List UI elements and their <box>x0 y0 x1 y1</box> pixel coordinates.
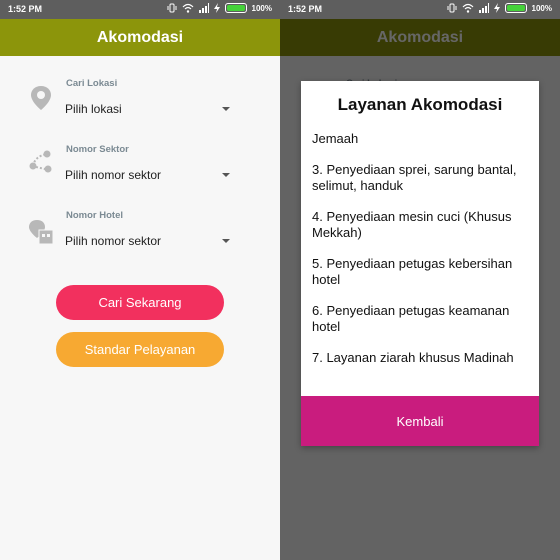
accommodation-dialog-screen: 1:52 PM 100% Akomodasi Cari Lokasi Layan… <box>280 0 560 560</box>
route-icon <box>27 148 55 176</box>
vibrate-icon <box>447 3 457 13</box>
battery-icon <box>504 3 527 13</box>
charging-icon <box>493 3 500 13</box>
dropdown-caret-icon <box>222 173 230 177</box>
wifi-icon <box>462 3 474 13</box>
hotel-select[interactable]: Pilih nomor sektor <box>65 231 233 253</box>
status-bar: 1:52 PM 100% <box>280 0 560 19</box>
dialog-item: Jemaah <box>312 131 359 146</box>
sector-select-value: Pilih nomor sektor <box>65 168 162 182</box>
status-icons: 100% <box>447 3 552 13</box>
search-button[interactable]: Cari Sekarang <box>56 285 224 320</box>
dialog-item: 6. Penyediaan petugas keamanan hotel <box>312 303 510 334</box>
battery-icon <box>224 3 247 13</box>
location-field: Cari Lokasi Pilih lokasi <box>0 78 280 138</box>
sector-select[interactable]: Pilih nomor sektor <box>65 165 233 187</box>
status-time: 1:52 PM <box>288 4 323 14</box>
hotel-field: Nomor Hotel Pilih nomor sektor <box>0 210 280 270</box>
dialog-item: 7. Layanan ziarah khusus Madinah <box>312 350 514 365</box>
signal-icon <box>478 3 489 13</box>
status-icons: 100% <box>167 3 272 13</box>
location-select[interactable]: Pilih lokasi <box>65 99 233 121</box>
dropdown-caret-icon <box>222 107 230 111</box>
status-time: 1:52 PM <box>8 4 43 14</box>
location-label: Cari Lokasi <box>66 78 118 89</box>
dialog-item: 3. Penyediaan sprei, sarung bantal, seli… <box>312 162 517 193</box>
signal-icon <box>198 3 209 13</box>
status-bar: 1:52 PM 100% <box>0 0 280 19</box>
dialog-item: 5. Penyediaan petugas kebersihan hotel <box>312 256 513 287</box>
service-standard-button[interactable]: Standar Pelayanan <box>56 332 224 367</box>
vibrate-icon <box>167 3 177 13</box>
hotel-icon <box>27 218 55 246</box>
service-dialog: Layanan Akomodasi Jemaah 3. Penyediaan s… <box>301 81 539 446</box>
charging-icon <box>213 3 220 13</box>
dialog-content[interactable]: Jemaah 3. Penyediaan sprei, sarung banta… <box>312 131 532 396</box>
wifi-icon <box>182 3 194 13</box>
app-bar: Akomodasi <box>0 19 280 56</box>
dialog-item: 4. Penyediaan mesin cuci (Khusus Mekkah) <box>312 209 512 240</box>
back-button[interactable]: Kembali <box>301 396 539 446</box>
hotel-label: Nomor Hotel <box>66 210 123 221</box>
battery-percent: 100% <box>531 3 552 13</box>
hotel-select-value: Pilih nomor sektor <box>65 234 162 248</box>
dialog-title: Layanan Akomodasi <box>337 95 503 114</box>
accommodation-screen: 1:52 PM 100% Akomodasi Cari Lokasi Pilih… <box>0 0 280 560</box>
sector-label: Nomor Sektor <box>66 144 129 155</box>
page-title: Akomodasi <box>96 28 184 46</box>
location-select-value: Pilih lokasi <box>65 102 122 116</box>
battery-percent: 100% <box>251 3 272 13</box>
dropdown-caret-icon <box>222 239 230 243</box>
sector-field: Nomor Sektor Pilih nomor sektor <box>0 144 280 204</box>
location-pin-icon <box>27 84 55 112</box>
